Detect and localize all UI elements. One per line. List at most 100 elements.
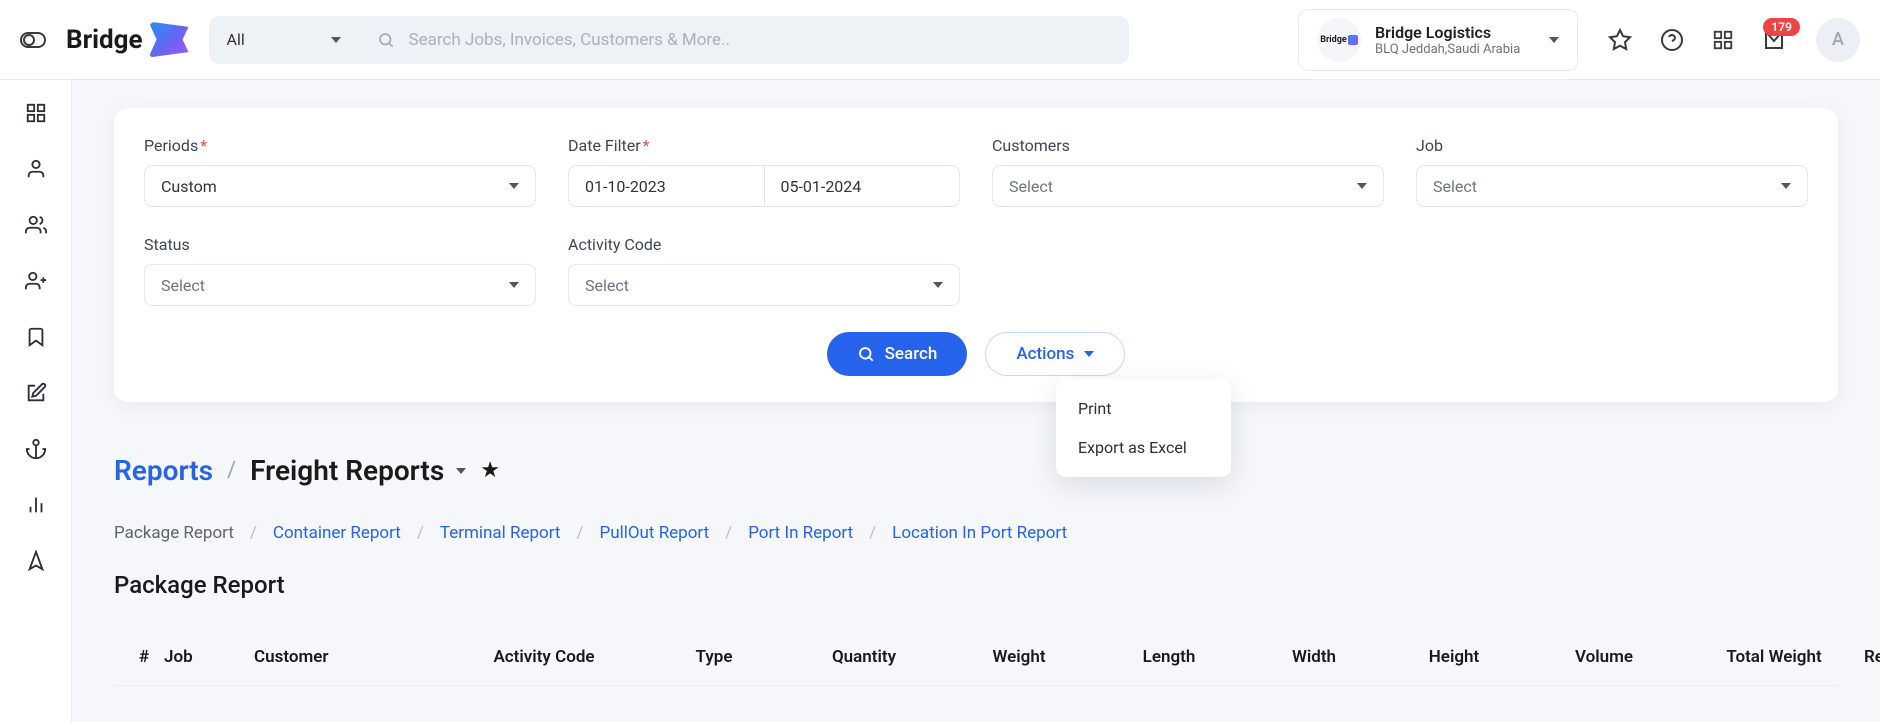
user-plus-icon[interactable] (25, 270, 47, 292)
col-type: Type (644, 647, 784, 667)
chart-icon[interactable] (25, 494, 47, 516)
anchor-icon[interactable] (25, 438, 47, 460)
brand-logo[interactable]: Bridge (66, 22, 189, 58)
col-remarks: Remarks (1864, 647, 1880, 667)
report-tabs: Package Report / Container Report / Term… (114, 523, 1838, 543)
date-range-input[interactable]: 01-10-2023 05-01-2024 (568, 165, 960, 207)
chevron-down-icon (509, 183, 519, 189)
breadcrumb-current: Freight Reports (250, 454, 444, 487)
search-icon (377, 31, 395, 49)
avatar-initial: A (1832, 29, 1844, 50)
date-from[interactable]: 01-10-2023 (569, 166, 765, 206)
tab-location-in-port-report[interactable]: Location In Port Report (892, 523, 1067, 543)
customers-value: Select (1009, 177, 1053, 196)
job-value: Select (1433, 177, 1477, 196)
breadcrumb-root[interactable]: Reports (114, 454, 213, 487)
chevron-down-icon (1781, 183, 1791, 189)
periods-value: Custom (161, 177, 217, 196)
chevron-down-icon (1084, 351, 1094, 357)
field-customers: Customers Select (992, 136, 1384, 207)
customers-select[interactable]: Select (992, 165, 1384, 207)
activity-code-select[interactable]: Select (568, 264, 960, 306)
col-volume: Volume (1524, 647, 1684, 667)
org-info: Bridge Logistics BLQ Jeddah,Saudi Arabia (1375, 23, 1535, 57)
top-icons: 179 (1608, 28, 1786, 52)
customers-label: Customers (992, 136, 1384, 155)
periods-select[interactable]: Custom (144, 165, 536, 207)
bookmark-icon[interactable] (25, 326, 47, 348)
brand-mark-icon (149, 22, 189, 58)
filter-card: Periods* Custom Date Filter* 01-10-2023 … (114, 108, 1838, 402)
field-status: Status Select (144, 235, 536, 306)
activity-code-label: Activity Code (568, 235, 960, 254)
tab-pullout-report[interactable]: PullOut Report (599, 523, 709, 543)
global-search: All (209, 16, 1129, 64)
chevron-down-icon (1549, 37, 1559, 43)
brand-text: Bridge (66, 25, 143, 55)
top-bar: Bridge All Bridge Bridge Logistics BLQ J… (0, 0, 1880, 80)
col-quantity: Quantity (784, 647, 944, 667)
date-filter-label: Date Filter* (568, 136, 960, 155)
dropdown-item-print[interactable]: Print (1056, 389, 1231, 428)
inbox-badge: 179 (1763, 18, 1800, 36)
chevron-down-icon (456, 468, 466, 474)
col-weight: Weight (944, 647, 1094, 667)
job-label: Job (1416, 136, 1808, 155)
org-logo-icon: Bridge (1317, 18, 1361, 62)
content-area: Periods* Custom Date Filter* 01-10-2023 … (72, 80, 1880, 722)
search-button-label: Search (885, 344, 938, 364)
job-select[interactable]: Select (1416, 165, 1808, 207)
user-icon[interactable] (25, 158, 47, 180)
dashboard-icon[interactable] (25, 102, 47, 124)
star-icon[interactable] (1608, 28, 1632, 52)
col-activity-code: Activity Code (444, 647, 644, 667)
tab-terminal-report[interactable]: Terminal Report (440, 523, 561, 543)
status-select[interactable]: Select (144, 264, 536, 306)
date-to[interactable]: 05-01-2024 (765, 166, 960, 206)
col-height: Height (1384, 647, 1524, 667)
users-icon[interactable] (25, 214, 47, 236)
field-activity-code: Activity Code Select (568, 235, 960, 306)
chevron-down-icon (509, 282, 519, 288)
actions-dropdown: Print Export as Excel (1056, 379, 1231, 477)
actions-button-label: Actions (1016, 344, 1074, 364)
col-total-weight: Total Weight (1684, 647, 1864, 667)
org-switcher[interactable]: Bridge Bridge Logistics BLQ Jeddah,Saudi… (1298, 9, 1578, 71)
table-header: # Job Customer Activity Code Type Quanti… (114, 629, 1838, 686)
field-date-filter: Date Filter* 01-10-2023 05-01-2024 (568, 136, 960, 207)
tab-package-report[interactable]: Package Report (114, 523, 234, 543)
search-scope-select[interactable]: All (209, 16, 359, 64)
navigation-icon[interactable] (25, 550, 47, 572)
chevron-down-icon (933, 282, 943, 288)
inbox-icon[interactable]: 179 (1762, 28, 1786, 52)
apps-grid-icon[interactable] (1712, 29, 1734, 51)
field-job: Job Select (1416, 136, 1808, 207)
search-input[interactable] (409, 30, 1111, 50)
tab-port-in-report[interactable]: Port In Report (748, 523, 853, 543)
col-width: Width (1244, 647, 1384, 667)
tab-container-report[interactable]: Container Report (273, 523, 401, 543)
search-input-wrap (359, 30, 1129, 50)
help-icon[interactable] (1660, 28, 1684, 52)
breadcrumb: Reports / Freight Reports ★ (114, 454, 1838, 487)
org-name: Bridge Logistics (1375, 23, 1535, 42)
sidebar (0, 80, 72, 722)
breadcrumb-separator: / (227, 458, 236, 483)
edit-icon[interactable] (25, 382, 47, 404)
section-title: Package Report (114, 571, 1838, 599)
breadcrumb-current-wrap[interactable]: Freight Reports (250, 454, 466, 487)
activity-code-value: Select (585, 276, 629, 295)
favorite-star-icon[interactable]: ★ (480, 458, 500, 483)
col-job: Job (164, 647, 254, 667)
col-hash: # (124, 647, 164, 667)
search-scope-value: All (227, 30, 245, 49)
col-length: Length (1094, 647, 1244, 667)
avatar[interactable]: A (1816, 18, 1860, 62)
toggle-icon[interactable] (20, 32, 46, 48)
dropdown-item-export-excel[interactable]: Export as Excel (1056, 428, 1231, 467)
action-row: Search Actions Print Export as Excel (144, 332, 1808, 376)
actions-button[interactable]: Actions (985, 332, 1125, 376)
chevron-down-icon (331, 37, 341, 43)
status-label: Status (144, 235, 536, 254)
search-button[interactable]: Search (827, 332, 968, 376)
